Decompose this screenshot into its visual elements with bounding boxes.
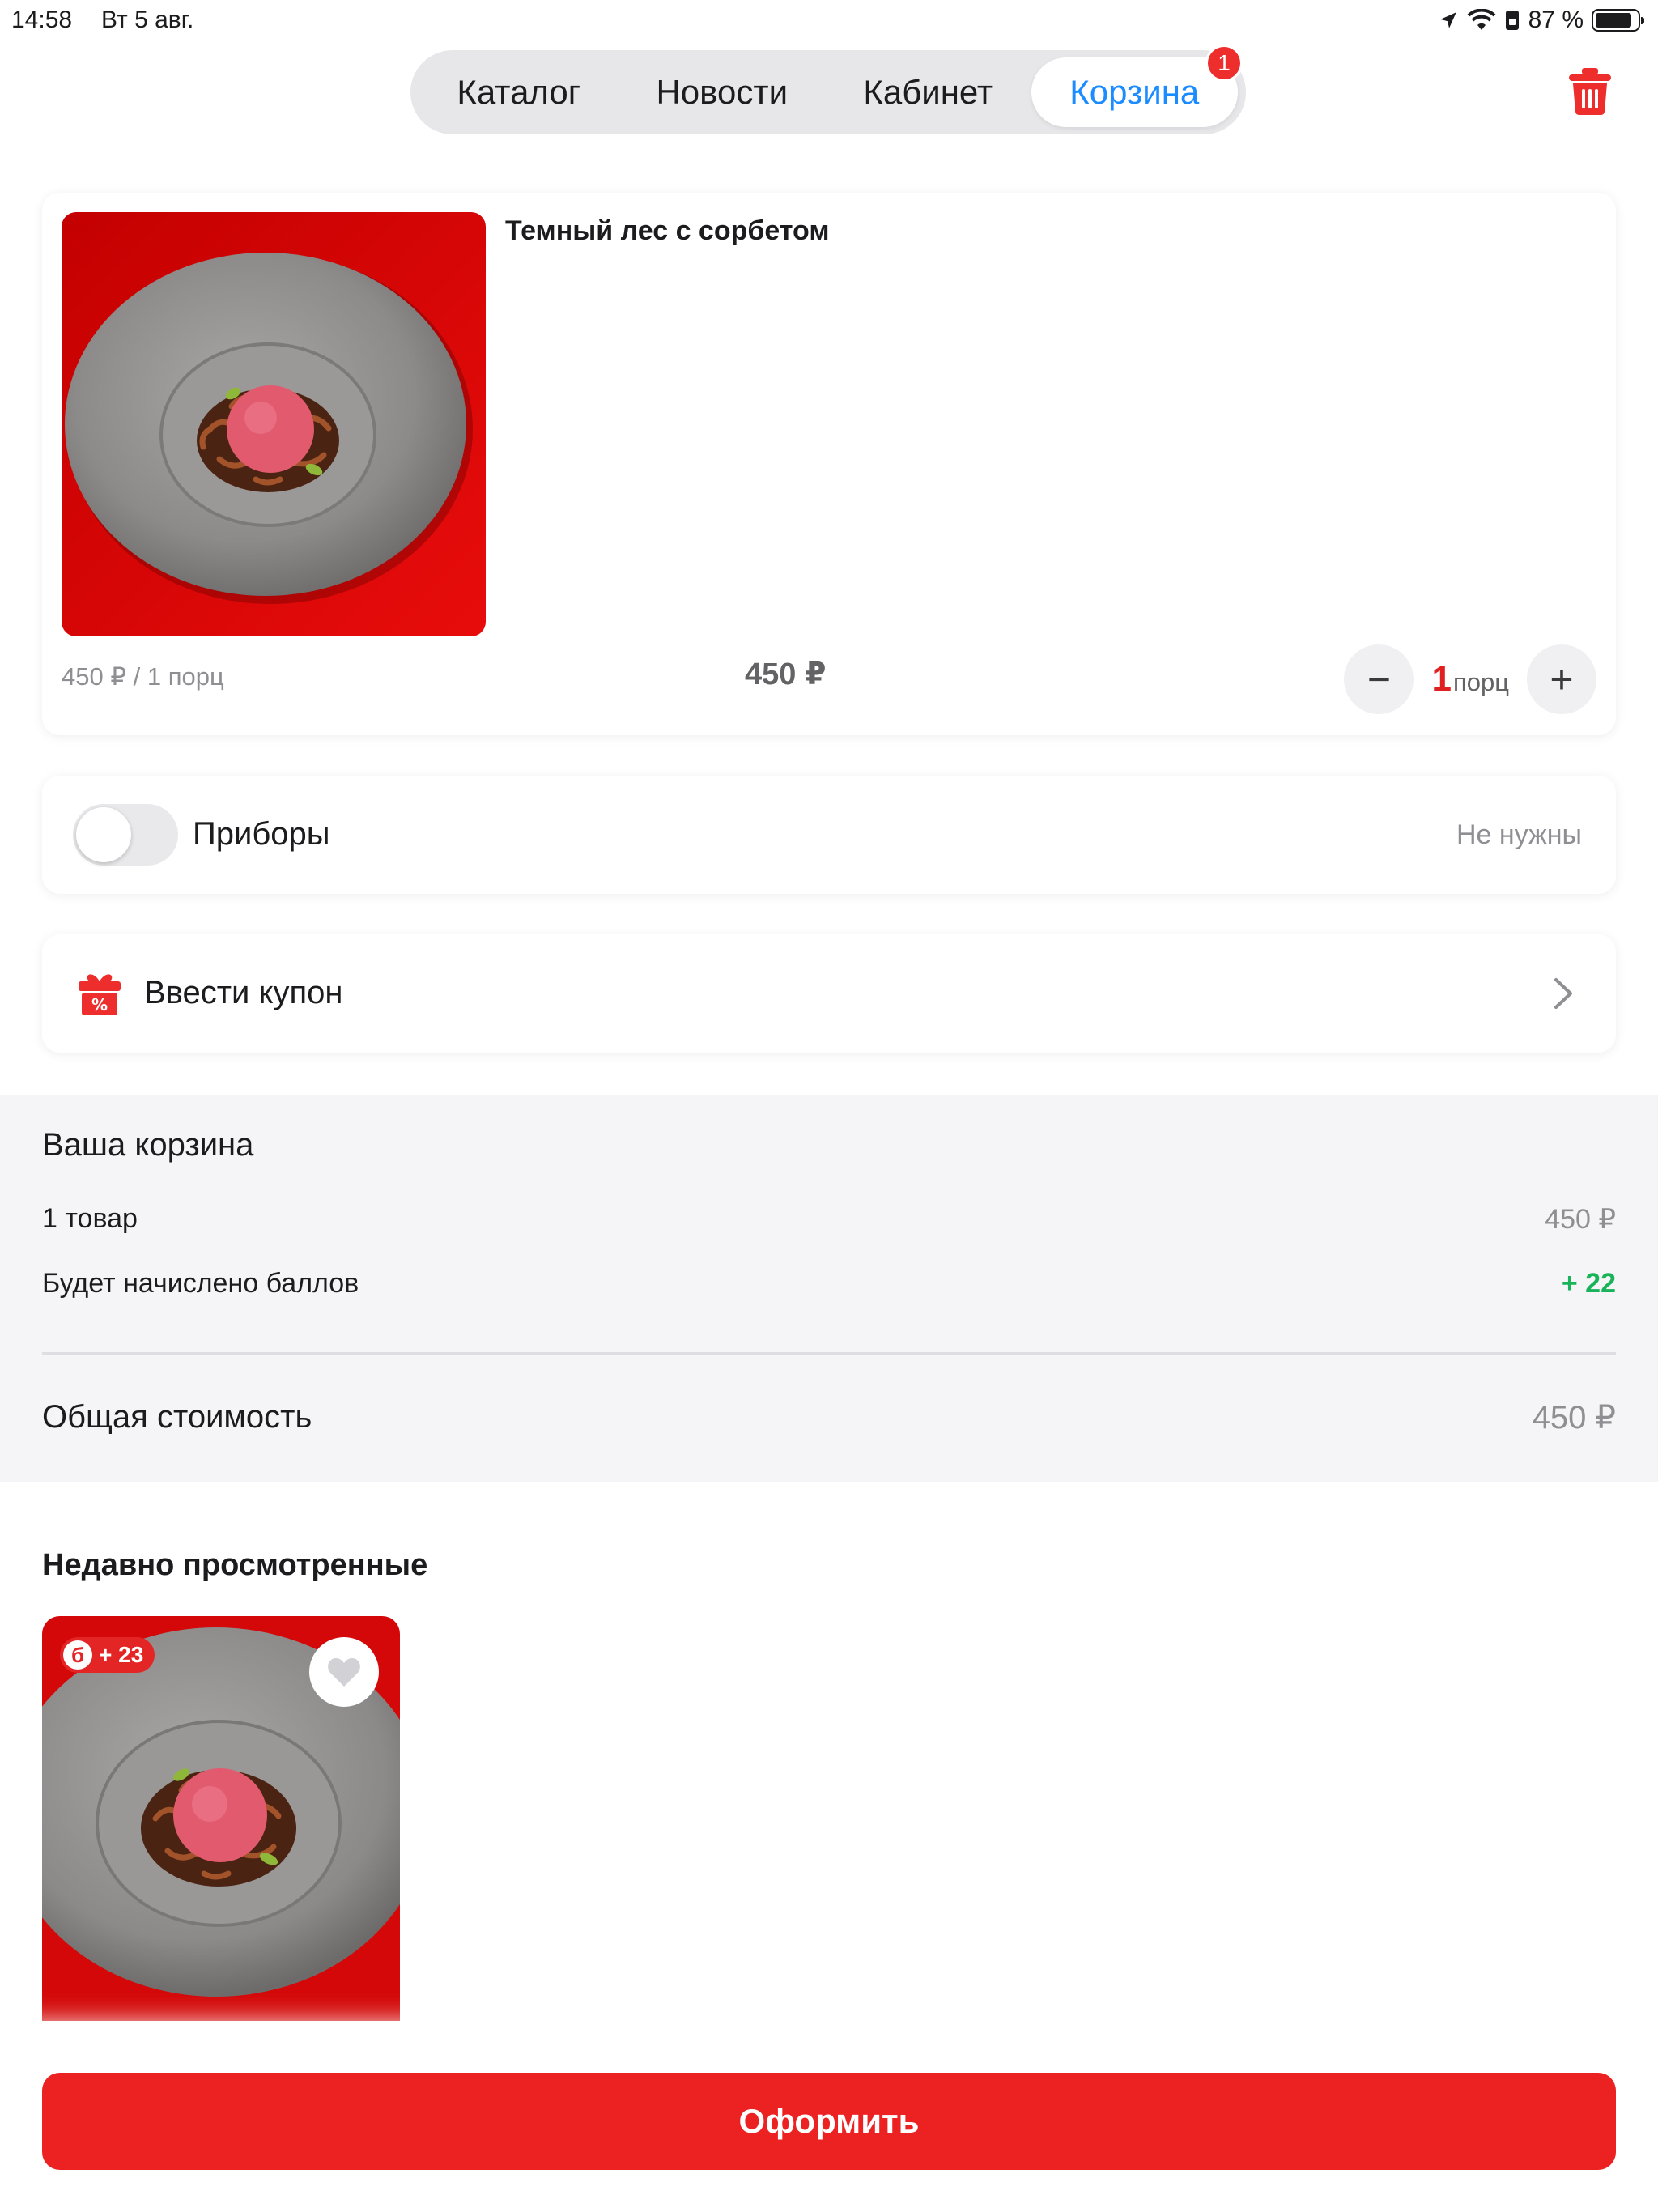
- quantity-unit: порц: [1452, 668, 1509, 696]
- heart-icon: [328, 1658, 360, 1687]
- recent-product-card[interactable]: б + 23: [42, 1616, 400, 2021]
- toggle-knob: [76, 807, 131, 862]
- summary-items-row: 1 товар 450 ₽: [42, 1203, 1616, 1236]
- cutlery-toggle[interactable]: [73, 804, 178, 866]
- location-arrow-icon: [1439, 12, 1456, 28]
- unit-price: 450 ₽ / 1 порц: [62, 662, 224, 691]
- items-subtotal: 450 ₽: [1545, 1204, 1616, 1235]
- quantity-value: 1: [1431, 659, 1452, 699]
- points-label: Будет начислено баллов: [42, 1268, 359, 1299]
- summary-points-row: Будет начислено баллов + 22: [42, 1268, 1616, 1300]
- coupon-label: Ввести купон: [144, 975, 343, 1010]
- total-value: 450 ₽: [1532, 1400, 1616, 1436]
- main-tabs: Каталог Новости Кабинет Корзина 1: [410, 45, 1246, 134]
- recent-section-title: Недавно просмотренные: [42, 1548, 428, 1582]
- gift-icon: %: [79, 974, 121, 1015]
- cutlery-card: Приборы Не нужны: [42, 776, 1616, 894]
- tab-account[interactable]: Кабинет: [825, 57, 1031, 127]
- status-bar: 14:58 Вт 5 авг. 87 %: [0, 0, 1658, 40]
- tab-news[interactable]: Новости: [619, 57, 826, 127]
- increase-quantity-button[interactable]: +: [1527, 644, 1596, 714]
- cart-item-card: Темный лес с сорбетом 450 ₽ / 1 порц 450…: [42, 193, 1616, 735]
- trash-icon[interactable]: [1567, 66, 1613, 117]
- svg-text:%: %: [91, 995, 108, 1015]
- bonus-value: + 23: [99, 1642, 144, 1667]
- wifi-icon: [1467, 9, 1495, 30]
- quantity-display: 1 порц: [1431, 659, 1509, 700]
- favorite-button[interactable]: [309, 1637, 379, 1707]
- tab-catalog[interactable]: Каталог: [419, 57, 619, 127]
- summary-total-row: Общая стоимость 450 ₽: [42, 1399, 1616, 1436]
- battery-icon: [1592, 9, 1644, 32]
- decrease-quantity-button[interactable]: −: [1344, 644, 1414, 714]
- product-image[interactable]: [62, 212, 486, 636]
- cutlery-label: Приборы: [193, 816, 330, 852]
- status-date: Вт 5 авг.: [101, 6, 194, 33]
- quantity-stepper: − 1 порц +: [1344, 644, 1596, 714]
- coupon-card[interactable]: % Ввести купон: [42, 934, 1616, 1053]
- lock-rotation-icon: [1505, 11, 1519, 30]
- product-name[interactable]: Темный лес с сорбетом: [505, 215, 830, 247]
- cutlery-status: Не нужны: [1456, 819, 1582, 850]
- summary-title: Ваша корзина: [42, 1127, 254, 1163]
- items-count-label: 1 товар: [42, 1203, 138, 1234]
- status-right: 87 %: [1438, 6, 1644, 34]
- cart-summary: Ваша корзина 1 товар 450 ₽ Будет начисле…: [0, 1095, 1658, 1482]
- bottom-bar: Оформить: [0, 2031, 1658, 2212]
- battery-percent: 87 %: [1528, 6, 1584, 33]
- total-label: Общая стоимость: [42, 1399, 312, 1435]
- item-total-price: 450 ₽: [745, 657, 827, 691]
- cart-count-badge: 1: [1205, 45, 1244, 82]
- status-time: 14:58: [11, 6, 73, 33]
- checkout-button[interactable]: Оформить: [42, 2073, 1616, 2170]
- points-value: + 22: [1561, 1268, 1616, 1299]
- bonus-points-badge: б + 23: [60, 1637, 155, 1673]
- chevron-right-icon: [1554, 978, 1572, 1009]
- tab-cart-label: Корзина: [1069, 73, 1200, 111]
- tab-cart[interactable]: Корзина 1: [1031, 45, 1244, 127]
- summary-divider: [42, 1352, 1616, 1355]
- bonus-icon: б: [63, 1640, 92, 1670]
